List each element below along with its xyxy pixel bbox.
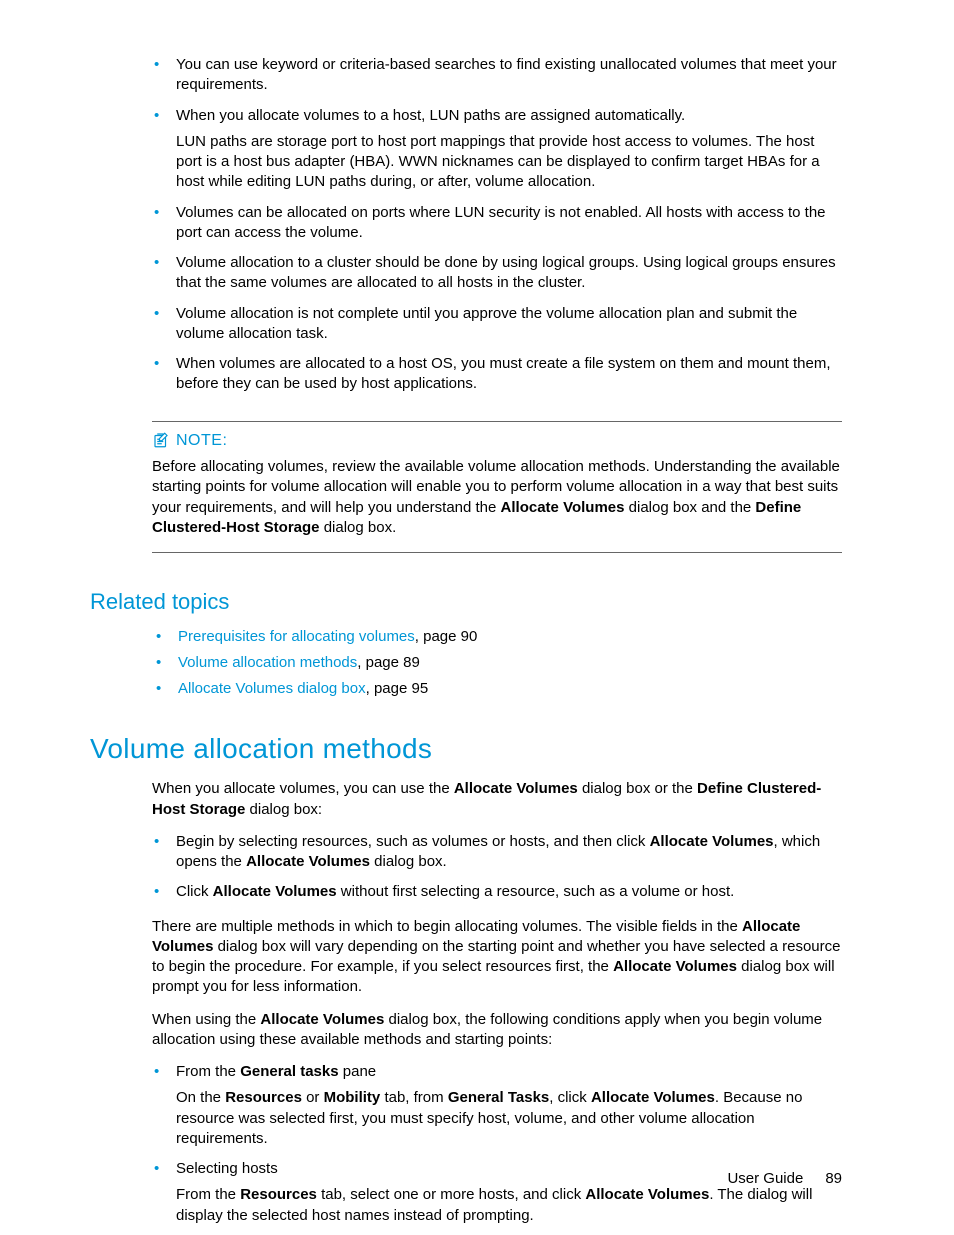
list-item: Begin by selecting resources, such as vo… bbox=[152, 832, 842, 873]
list-item: Volume allocation is not complete until … bbox=[152, 304, 842, 345]
bold-text: Resources bbox=[225, 1089, 302, 1106]
list-item: You can use keyword or criteria-based se… bbox=[152, 55, 842, 96]
text: or bbox=[302, 1089, 324, 1106]
bold-text: Allocate Volumes bbox=[613, 958, 737, 975]
note-label: NOTE: bbox=[176, 430, 227, 452]
paragraph: When you allocate volumes, you can use t… bbox=[152, 779, 842, 820]
text: tab, select one or more hosts, and click bbox=[317, 1186, 585, 1203]
document-page: You can use keyword or criteria-based se… bbox=[0, 0, 954, 1235]
section-heading: Volume allocation methods bbox=[90, 730, 842, 768]
text: without first selecting a resource, such… bbox=[337, 883, 735, 900]
bold-text: General tasks bbox=[240, 1063, 338, 1080]
list-item: When you allocate volumes to a host, LUN… bbox=[152, 106, 842, 193]
bold-text: Allocate Volumes bbox=[213, 883, 337, 900]
page-footer: User Guide 89 bbox=[727, 1169, 842, 1189]
page-ref: , page 90 bbox=[415, 628, 478, 645]
bullet-text: When you allocate volumes to a host, LUN… bbox=[176, 107, 685, 124]
bullet-text: Volume allocation to a cluster should be… bbox=[176, 254, 836, 291]
text: , click bbox=[549, 1089, 591, 1106]
text: On the bbox=[176, 1089, 225, 1106]
list-item: Volume allocation methods, page 89 bbox=[154, 653, 842, 673]
text: When you allocate volumes, you can use t… bbox=[152, 780, 454, 797]
text: Selecting hosts bbox=[176, 1160, 278, 1177]
bullet-text: You can use keyword or criteria-based se… bbox=[176, 56, 837, 93]
bullet-text: Volume allocation is not complete until … bbox=[176, 305, 797, 342]
bold-text: Resources bbox=[240, 1186, 317, 1203]
bold-text: Allocate Volumes bbox=[650, 833, 774, 850]
text: dialog box. bbox=[370, 853, 447, 870]
item-detail: On the Resources or Mobility tab, from G… bbox=[176, 1088, 842, 1149]
list-item: When volumes are allocated to a host OS,… bbox=[152, 354, 842, 395]
text: dialog box or the bbox=[578, 780, 697, 797]
list-item: From the General tasks pane On the Resou… bbox=[152, 1062, 842, 1149]
bold-text: Mobility bbox=[324, 1089, 381, 1106]
text: tab, from bbox=[380, 1089, 448, 1106]
list-item: Allocate Volumes dialog box, page 95 bbox=[154, 679, 842, 699]
note-icon bbox=[152, 431, 170, 449]
bold-text: Allocate Volumes bbox=[585, 1186, 709, 1203]
paragraph: There are multiple methods in which to b… bbox=[152, 917, 842, 998]
list-item: Volume allocation to a cluster should be… bbox=[152, 253, 842, 294]
bullet-subtext: LUN paths are storage port to host port … bbox=[176, 132, 842, 193]
note-body: Before allocating volumes, review the av… bbox=[152, 457, 842, 538]
text: Click bbox=[176, 883, 213, 900]
note-bold: Allocate Volumes bbox=[501, 499, 625, 516]
text: When using the bbox=[152, 1011, 260, 1028]
page-number: 89 bbox=[825, 1170, 842, 1187]
note-text: dialog box and the bbox=[624, 499, 755, 516]
footer-label: User Guide bbox=[727, 1170, 803, 1187]
related-link[interactable]: Allocate Volumes dialog box bbox=[178, 680, 366, 697]
bold-text: Allocate Volumes bbox=[260, 1011, 384, 1028]
conditions-list: From the General tasks pane On the Resou… bbox=[152, 1062, 842, 1226]
item-detail: From the Resources tab, select one or mo… bbox=[176, 1185, 842, 1226]
bold-text: Allocate Volumes bbox=[591, 1089, 715, 1106]
paragraph: When using the Allocate Volumes dialog b… bbox=[152, 1010, 842, 1051]
note-text: dialog box. bbox=[320, 519, 397, 536]
bold-text: Allocate Volumes bbox=[246, 853, 370, 870]
related-link[interactable]: Volume allocation methods bbox=[178, 654, 357, 671]
list-item: Volumes can be allocated on ports where … bbox=[152, 203, 842, 244]
note-block: NOTE: Before allocating volumes, review … bbox=[152, 421, 842, 554]
intro-bullet-list: You can use keyword or criteria-based se… bbox=[152, 55, 842, 395]
method-options-list: Begin by selecting resources, such as vo… bbox=[152, 832, 842, 903]
related-topics-list: Prerequisites for allocating volumes, pa… bbox=[154, 627, 842, 700]
related-topics-heading: Related topics bbox=[90, 587, 842, 617]
page-ref: , page 89 bbox=[357, 654, 420, 671]
list-item: Prerequisites for allocating volumes, pa… bbox=[154, 627, 842, 647]
text: From the bbox=[176, 1063, 240, 1080]
related-link[interactable]: Prerequisites for allocating volumes bbox=[178, 628, 415, 645]
bold-text: Allocate Volumes bbox=[454, 780, 578, 797]
text: From the bbox=[176, 1186, 240, 1203]
text: pane bbox=[339, 1063, 377, 1080]
bold-text: General Tasks bbox=[448, 1089, 549, 1106]
bullet-text: Volumes can be allocated on ports where … bbox=[176, 204, 826, 241]
page-ref: , page 95 bbox=[366, 680, 429, 697]
list-item: Click Allocate Volumes without first sel… bbox=[152, 882, 842, 902]
text: There are multiple methods in which to b… bbox=[152, 918, 742, 935]
text: dialog box: bbox=[245, 801, 322, 818]
bullet-text: When volumes are allocated to a host OS,… bbox=[176, 355, 831, 392]
text: Begin by selecting resources, such as vo… bbox=[176, 833, 650, 850]
